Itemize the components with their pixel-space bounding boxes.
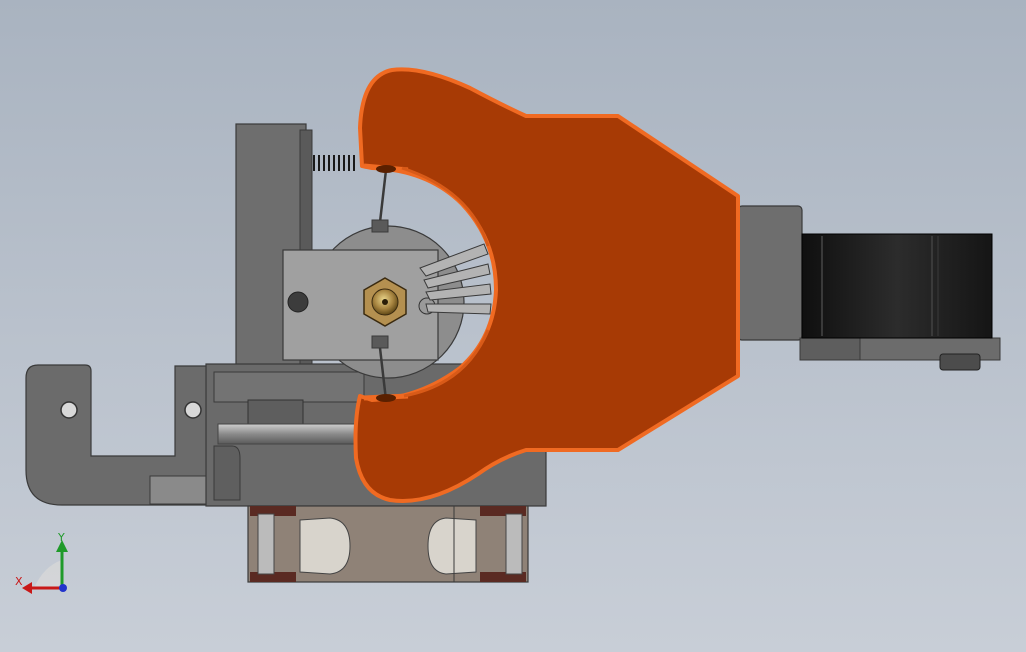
guide-rod <box>217 423 369 445</box>
fan-housing[interactable] <box>247 505 529 583</box>
bracket-hole-left <box>60 401 78 419</box>
bracket-hole-right <box>184 401 202 419</box>
z-axis-dot <box>59 584 67 592</box>
cad-viewport[interactable] <box>0 0 1026 652</box>
tension-spring <box>313 155 355 171</box>
stepper-motor[interactable] <box>801 233 993 339</box>
heater-screw-left <box>287 291 309 313</box>
x-axis-label: X <box>15 575 23 588</box>
y-axis-label: Y <box>58 531 65 544</box>
